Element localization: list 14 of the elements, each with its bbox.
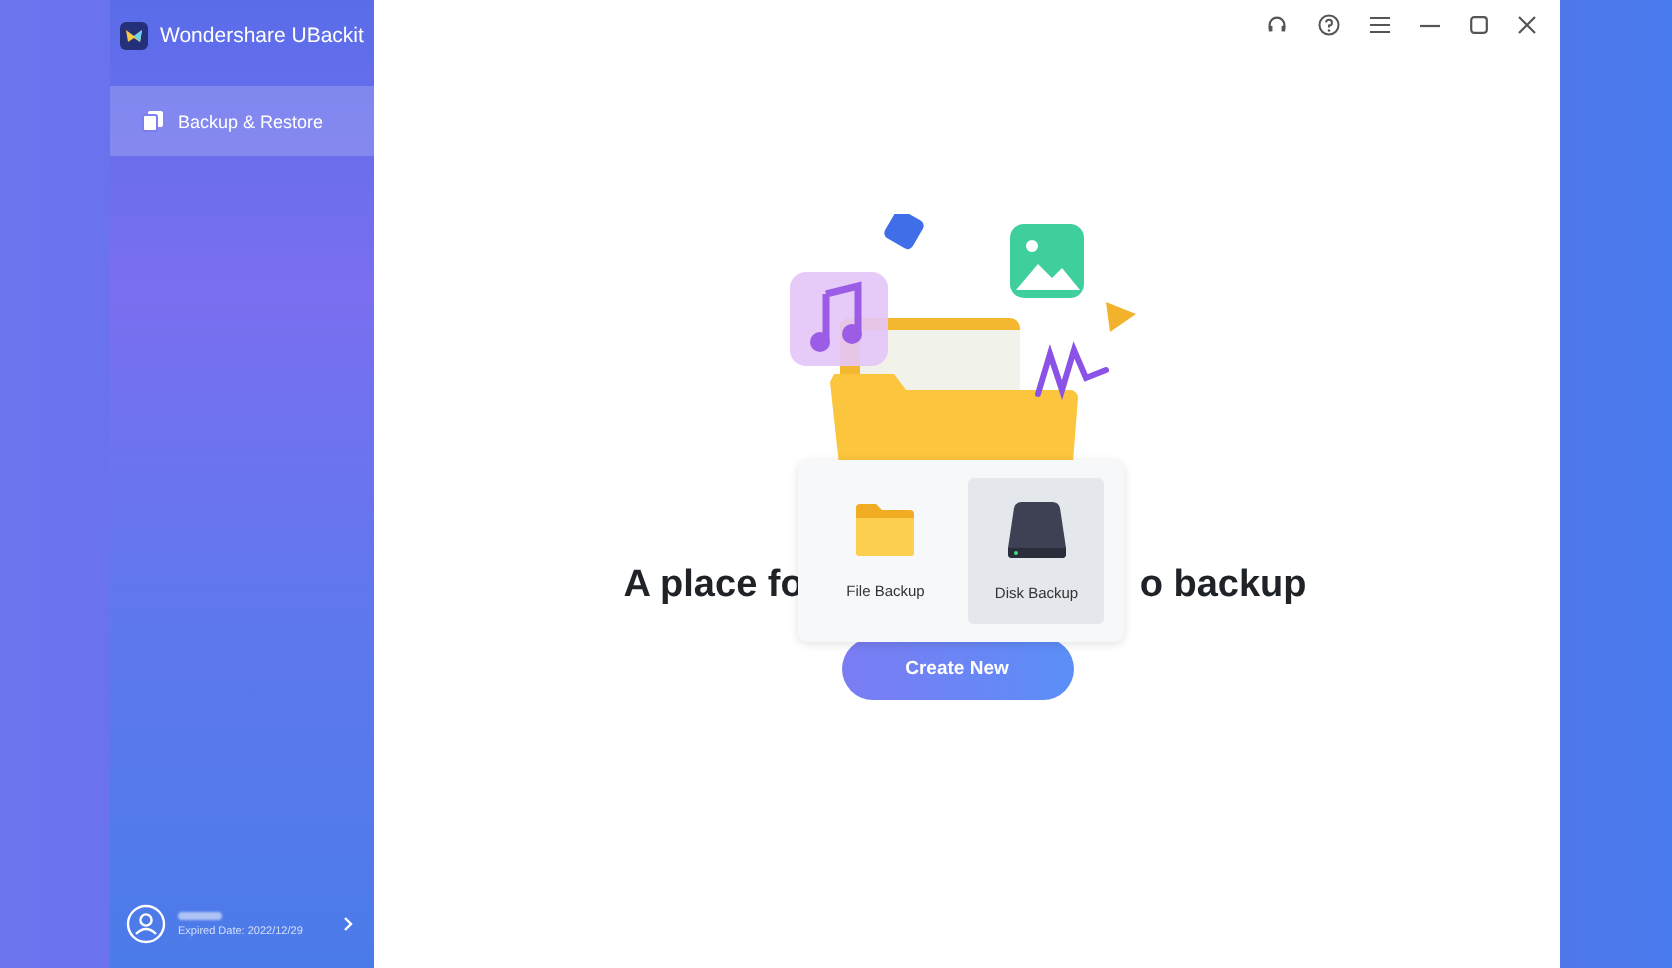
minimize-icon[interactable] — [1420, 23, 1440, 27]
folder-icon — [854, 502, 917, 558]
copy-icon — [142, 110, 164, 132]
menu-icon[interactable] — [1370, 16, 1390, 34]
heading: o backup — [1139, 564, 1307, 608]
avatar-icon[interactable] — [126, 904, 166, 944]
hard-drive-icon — [1005, 500, 1068, 560]
maximize-icon[interactable] — [1470, 16, 1488, 34]
chevron-right-icon[interactable] — [342, 916, 354, 932]
close-icon[interactable] — [1518, 16, 1536, 34]
window-title: Wondershare UBackit — [160, 23, 364, 47]
help-icon[interactable] — [1318, 14, 1340, 36]
butterfly-logo-icon — [120, 21, 148, 49]
headset-icon[interactable] — [1266, 14, 1288, 36]
